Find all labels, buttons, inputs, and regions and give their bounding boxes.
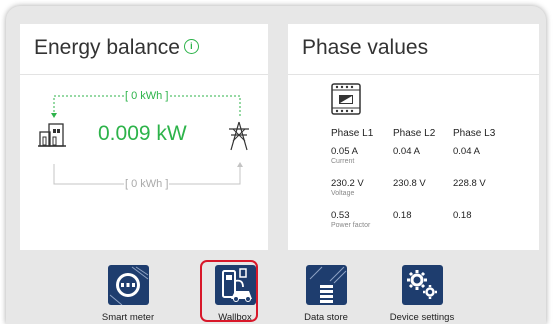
phase-values-card: Phase values Phase L1 Phase L2 Phase L3 … — [288, 24, 539, 250]
voltage-l2: 230.8 V — [393, 178, 426, 189]
device-settings-label: Device settings — [389, 312, 455, 323]
energy-balance-card: Energy balance i [ 0 kWh ] [ 0 kWh ] 0.00… — [20, 24, 268, 250]
current-l1: 0.05 A Current — [331, 146, 358, 165]
phase-l1-header: Phase L1 — [331, 128, 374, 139]
meter-device-icon — [331, 83, 361, 115]
voltage-l1: 230.2 V Voltage — [331, 178, 364, 197]
power-factor-l1-value: 0.53 — [331, 210, 350, 221]
current-power-value: 0.009 kW — [98, 122, 187, 145]
voltage-l1-value: 230.2 V — [331, 178, 364, 189]
voltage-label: Voltage — [331, 190, 355, 197]
current-l1-value: 0.05 A — [331, 146, 358, 157]
card-divider — [288, 74, 539, 75]
power-factor-label: Power factor — [331, 222, 371, 229]
phase-l2-header: Phase L2 — [393, 128, 436, 139]
house-icon — [38, 123, 66, 147]
device-settings-icon — [401, 265, 443, 305]
current-label: Current — [331, 158, 355, 165]
power-factor-l3: 0.18 — [453, 210, 472, 221]
top-flow-label: [ 0 kWh ] — [124, 90, 170, 102]
app-frame: Energy balance i [ 0 kWh ] [ 0 kWh ] 0.00… — [6, 6, 546, 324]
data-store-label: Data store — [304, 312, 348, 323]
bottom-nav: Smart meter Wallbox Data store Device se… — [6, 250, 546, 324]
nav-data-store[interactable]: Data store — [276, 250, 376, 323]
data-store-icon — [305, 265, 347, 305]
phase-l3-header: Phase L3 — [453, 128, 496, 139]
nav-device-settings[interactable]: Device settings — [372, 250, 472, 323]
wallbox-highlight-frame — [200, 260, 258, 322]
power-grid-icon — [229, 121, 249, 151]
voltage-l3: 228.8 V — [453, 178, 486, 189]
phase-values-title: Phase values — [302, 36, 429, 59]
nav-smart-meter[interactable]: Smart meter — [78, 250, 178, 323]
power-factor-l2: 0.18 — [393, 210, 412, 221]
smart-meter-label: Smart meter — [101, 312, 155, 323]
current-l3: 0.04 A — [453, 146, 480, 157]
smart-meter-icon — [107, 265, 149, 306]
current-l2: 0.04 A — [393, 146, 420, 157]
power-factor-l1: 0.53 Power factor — [331, 210, 370, 229]
bottom-flow-label: [ 0 kWh ] — [124, 178, 170, 190]
